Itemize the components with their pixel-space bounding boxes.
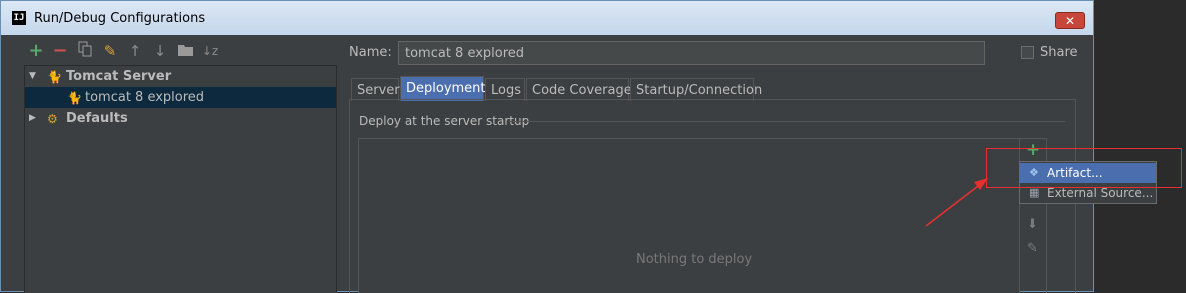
folder-icon[interactable]	[176, 41, 194, 61]
window-title: Run/Debug Configurations	[34, 11, 206, 26]
move-up-icon[interactable]: ↑	[126, 41, 144, 61]
tab-logs[interactable]: Logs	[485, 78, 525, 101]
copy-icon[interactable]	[76, 41, 94, 61]
tree-item-defaults[interactable]: ▶ ⚙ Defaults	[25, 108, 336, 129]
add-icon[interactable]: +	[27, 41, 45, 61]
annotation-highlight-box	[986, 148, 1182, 188]
edit-icon[interactable]: ✎	[1027, 241, 1038, 256]
section-divider	[509, 121, 1065, 122]
tab-server[interactable]: Server	[351, 78, 400, 101]
defaults-icon: ⚙	[47, 112, 58, 126]
tree-item-label: tomcat 8 explored	[85, 90, 205, 105]
sort-icon[interactable]: ↓z	[201, 41, 219, 61]
edit-defaults-icon[interactable]: ✎	[101, 41, 119, 61]
tree-item-label: Defaults	[66, 111, 128, 126]
expand-arrow-icon[interactable]: ▼	[29, 66, 36, 87]
empty-list-text: Nothing to deploy	[636, 252, 753, 267]
configuration-tree: ▼ 🐈 Tomcat Server 🐈 tomcat 8 explored ▶ …	[24, 65, 337, 293]
title-bar: IJ Run/Debug Configurations ✕	[1, 1, 1093, 35]
deploy-section-title: Deploy at the server startup	[359, 114, 530, 128]
tomcat-icon: 🐈	[47, 70, 62, 84]
share-checkbox[interactable]	[1021, 46, 1034, 59]
tree-item-tomcat-server[interactable]: ▼ 🐈 Tomcat Server	[25, 66, 336, 87]
name-field[interactable]	[398, 41, 985, 65]
share-label: Share	[1040, 45, 1078, 60]
name-label: Name:	[349, 45, 392, 60]
tomcat-icon: 🐈	[67, 91, 82, 105]
tab-code-coverage[interactable]: Code Coverage	[526, 78, 632, 101]
move-down-icon[interactable]: ↓	[151, 41, 169, 61]
expand-arrow-icon[interactable]: ▶	[29, 108, 36, 129]
tab-deployment[interactable]: Deployment	[400, 76, 486, 101]
remove-icon[interactable]: −	[51, 41, 69, 61]
intellij-logo-icon: IJ	[12, 11, 26, 25]
tree-item-label: Tomcat Server	[66, 69, 172, 84]
close-button[interactable]: ✕	[1055, 12, 1085, 29]
deployment-list[interactable]	[358, 138, 1020, 293]
tree-item-tomcat-8-explored[interactable]: 🐈 tomcat 8 explored	[25, 87, 336, 108]
move-down-icon[interactable]: ⬇	[1027, 217, 1038, 232]
tab-startup-connection[interactable]: Startup/Connection	[630, 78, 762, 101]
run-debug-configurations-dialog: IJ Run/Debug Configurations ✕ + − ✎ ↑ ↓ …	[0, 0, 1094, 293]
